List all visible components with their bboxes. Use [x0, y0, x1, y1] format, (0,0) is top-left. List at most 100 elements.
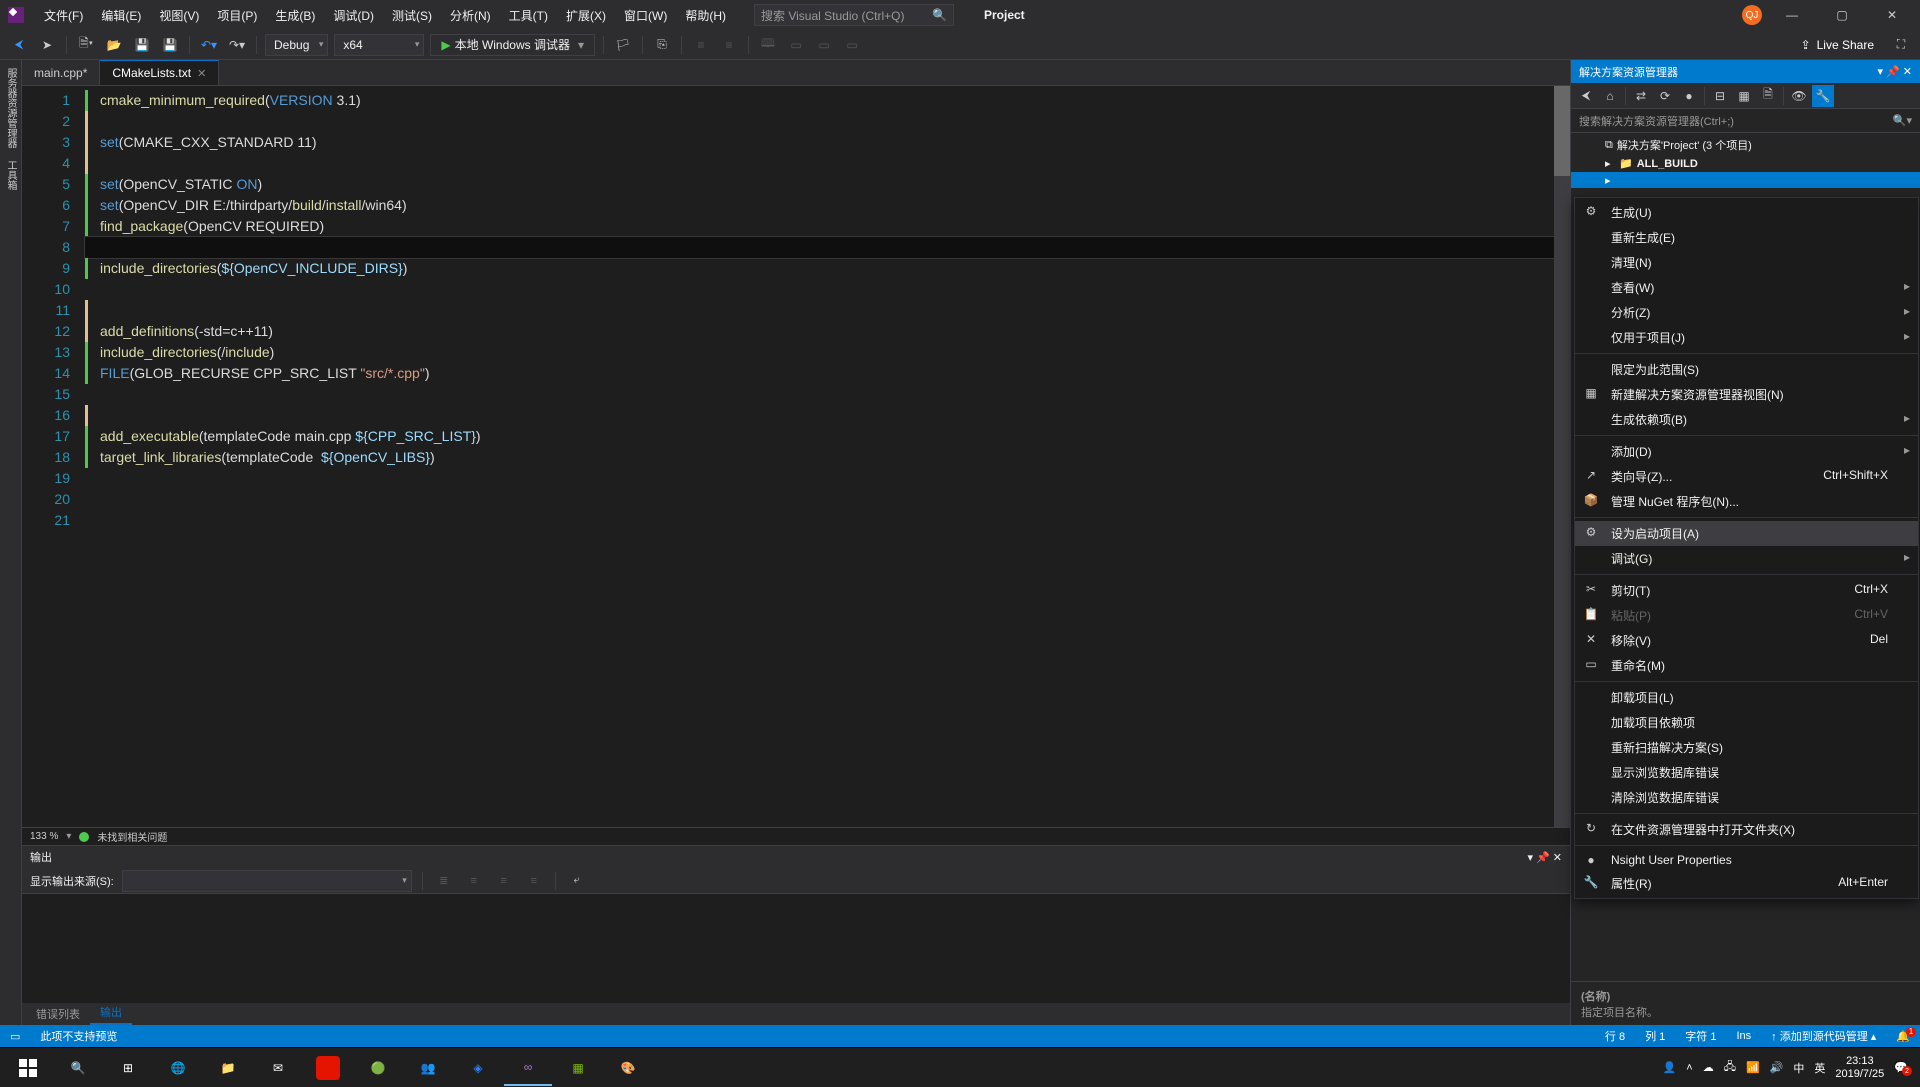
context-menu-item[interactable]: ●Nsight User Properties: [1575, 849, 1918, 871]
context-menu-item[interactable]: ▭重命名(M): [1575, 653, 1918, 678]
context-menu-item[interactable]: 重新生成(E): [1575, 225, 1918, 250]
tray-cloud-icon[interactable]: ☁: [1703, 1061, 1714, 1074]
output-tab[interactable]: 错误列表: [26, 1003, 90, 1025]
menu-项目(P)[interactable]: 项目(P): [209, 3, 265, 28]
quick-search[interactable]: 搜索 Visual Studio (Ctrl+Q) 🔍: [754, 4, 954, 26]
se-btn3-icon[interactable]: ●: [1678, 85, 1700, 107]
nav-back-button[interactable]: ⮜: [8, 34, 30, 56]
app-paint-icon[interactable]: 🎨: [604, 1050, 652, 1086]
context-menu-item[interactable]: 📦管理 NuGet 程序包(N)...: [1575, 489, 1918, 514]
context-menu-item[interactable]: 🔧属性(R)Alt+Enter: [1575, 871, 1918, 896]
output-source-dropdown[interactable]: [122, 870, 412, 892]
menu-文件(F)[interactable]: 文件(F): [36, 3, 91, 28]
live-share-button[interactable]: ⇪ Live Share: [1801, 38, 1874, 52]
nav-fwd-button[interactable]: ➤: [36, 34, 58, 56]
code-editor[interactable]: 123456789101112131415161718192021 cmake_…: [22, 86, 1570, 827]
se-sync-icon[interactable]: ⇄: [1630, 85, 1652, 107]
solution-tree[interactable]: ⧉ 解决方案'Project' (3 个项目) ▸📁 ALL_BUILD ▸: [1571, 133, 1920, 190]
se-preview-icon[interactable]: 👁: [1788, 85, 1810, 107]
context-menu-item[interactable]: 分析(Z)▸: [1575, 300, 1918, 325]
tray-notif-icon[interactable]: 💬2: [1894, 1061, 1908, 1074]
context-menu-item[interactable]: ↗类向导(Z)...Ctrl+Shift+X: [1575, 464, 1918, 489]
tray-people-icon[interactable]: 👤: [1663, 1061, 1677, 1074]
toolbar-btn-2[interactable]: ⎘: [651, 34, 673, 56]
system-tray[interactable]: 👤 ˄ ☁ 🖧 📶 🔊 中 英 23:132019/7/25 💬2: [1663, 1055, 1916, 1081]
solution-search[interactable]: 搜索解决方案资源管理器(Ctrl+;) 🔍▾: [1571, 109, 1920, 133]
toolbar-btn-1[interactable]: 🏳: [612, 34, 634, 56]
toolbar-btn-5[interactable]: 🕮: [757, 34, 779, 56]
context-menu-item[interactable]: 调试(G)▸: [1575, 546, 1918, 571]
menu-窗口(W)[interactable]: 窗口(W): [616, 3, 675, 28]
editor-tab[interactable]: main.cpp*: [22, 60, 100, 85]
tree-item-allbuild[interactable]: ▸📁 ALL_BUILD: [1571, 155, 1920, 172]
platform-dropdown[interactable]: x64: [334, 34, 424, 56]
toolbar-btn-7[interactable]: ▭: [813, 34, 835, 56]
context-menu-item[interactable]: ✂剪切(T)Ctrl+X: [1575, 578, 1918, 603]
output-toggle-3[interactable]: ≡: [523, 870, 545, 892]
se-showall-icon[interactable]: ▦: [1733, 85, 1755, 107]
start-button[interactable]: [4, 1050, 52, 1086]
output-toggle-2[interactable]: ≡: [493, 870, 515, 892]
output-tab[interactable]: 输出: [90, 1001, 132, 1025]
redo-button[interactable]: ↷▾: [226, 34, 248, 56]
menu-视图(V)[interactable]: 视图(V): [151, 3, 207, 28]
context-menu-item[interactable]: 重新扫描解决方案(S): [1575, 735, 1918, 760]
menu-帮助(H)[interactable]: 帮助(H): [677, 3, 734, 28]
minimize-button[interactable]: ―: [1772, 1, 1812, 29]
menu-扩展(X)[interactable]: 扩展(X): [558, 3, 614, 28]
solution-root[interactable]: ⧉ 解决方案'Project' (3 个项目): [1571, 135, 1920, 155]
se-properties-icon[interactable]: 🗎: [1757, 85, 1779, 107]
teams-icon[interactable]: 👥: [404, 1050, 452, 1086]
menu-生成(B)[interactable]: 生成(B): [267, 3, 323, 28]
tray-net-icon[interactable]: 🖧: [1724, 1058, 1736, 1077]
output-toggle-1[interactable]: ≡: [463, 870, 485, 892]
save-button[interactable]: 💾: [131, 34, 153, 56]
menu-测试(S)[interactable]: 测试(S): [384, 3, 440, 28]
tray-vol-icon[interactable]: 🔊: [1770, 1061, 1784, 1074]
toolbox-tab[interactable]: 工具箱: [1, 156, 20, 194]
tray-ime1[interactable]: 中: [1793, 1060, 1804, 1076]
context-menu-item[interactable]: 清除浏览数据库错误: [1575, 785, 1918, 810]
context-menu-item[interactable]: 查看(W)▸: [1575, 275, 1918, 300]
output-wrap-button[interactable]: ⤶: [566, 870, 588, 892]
menu-分析(N)[interactable]: 分析(N): [442, 3, 499, 28]
server-explorer-tab[interactable]: 服务器资源管理器: [1, 64, 20, 152]
context-menu[interactable]: ⚙生成(U)重新生成(E)清理(N)查看(W)▸分析(Z)▸仅用于项目(J)▸限…: [1574, 197, 1919, 899]
config-dropdown[interactable]: Debug: [265, 34, 328, 56]
tray-ime2[interactable]: 英: [1814, 1060, 1825, 1076]
save-all-button[interactable]: 💾: [159, 34, 181, 56]
toolbar-btn-4[interactable]: ≡: [718, 34, 740, 56]
feedback-button[interactable]: ⛶: [1890, 34, 1912, 56]
context-menu-item[interactable]: 限定为此范围(S): [1575, 357, 1918, 382]
tree-item-selected[interactable]: ▸: [1571, 172, 1920, 188]
tray-wifi-icon[interactable]: 📶: [1746, 1061, 1760, 1074]
taskview-button[interactable]: ⊞: [104, 1050, 152, 1086]
se-back-icon[interactable]: ⮜: [1575, 85, 1597, 107]
se-collapse-icon[interactable]: ⊟: [1709, 85, 1731, 107]
menu-编辑(E)[interactable]: 编辑(E): [93, 3, 149, 28]
undo-button[interactable]: ↶▾: [198, 34, 220, 56]
solution-toolbar[interactable]: ⮜ ⌂ ⇄ ⟳ ● ⊟ ▦ 🗎 👁 🔧: [1571, 83, 1920, 109]
new-project-button[interactable]: 🗎▾: [75, 34, 97, 56]
context-menu-item[interactable]: 卸载项目(L): [1575, 685, 1918, 710]
toolbar-btn-8[interactable]: ▭: [841, 34, 863, 56]
chrome-icon[interactable]: 🟢: [354, 1050, 402, 1086]
se-home-icon[interactable]: ⌂: [1599, 85, 1621, 107]
open-button[interactable]: 📂: [103, 34, 125, 56]
context-menu-item[interactable]: ⚙设为启动项目(A): [1575, 521, 1918, 546]
context-menu-item[interactable]: ✕移除(V)Del: [1575, 628, 1918, 653]
output-panel-controls[interactable]: ▾ 📌 ✕: [1527, 851, 1562, 864]
tray-clock[interactable]: 23:132019/7/25: [1835, 1055, 1884, 1081]
app-red-icon[interactable]: [304, 1050, 352, 1086]
context-menu-item[interactable]: ⚙生成(U): [1575, 200, 1918, 225]
se-refresh-icon[interactable]: ⟳: [1654, 85, 1676, 107]
output-clear-button[interactable]: ≣: [433, 870, 455, 892]
context-menu-item[interactable]: ▦新建解决方案资源管理器视图(N): [1575, 382, 1918, 407]
sourcetree-icon[interactable]: ◈: [454, 1050, 502, 1086]
edge-icon[interactable]: 🌐: [154, 1050, 202, 1086]
app-green-icon[interactable]: ▦: [554, 1050, 602, 1086]
toolbar-btn-3[interactable]: ≡: [690, 34, 712, 56]
user-avatar[interactable]: QJ: [1742, 5, 1762, 25]
tray-up-icon[interactable]: ˄: [1686, 1062, 1692, 1074]
zoom-level[interactable]: 133 %: [30, 831, 58, 842]
